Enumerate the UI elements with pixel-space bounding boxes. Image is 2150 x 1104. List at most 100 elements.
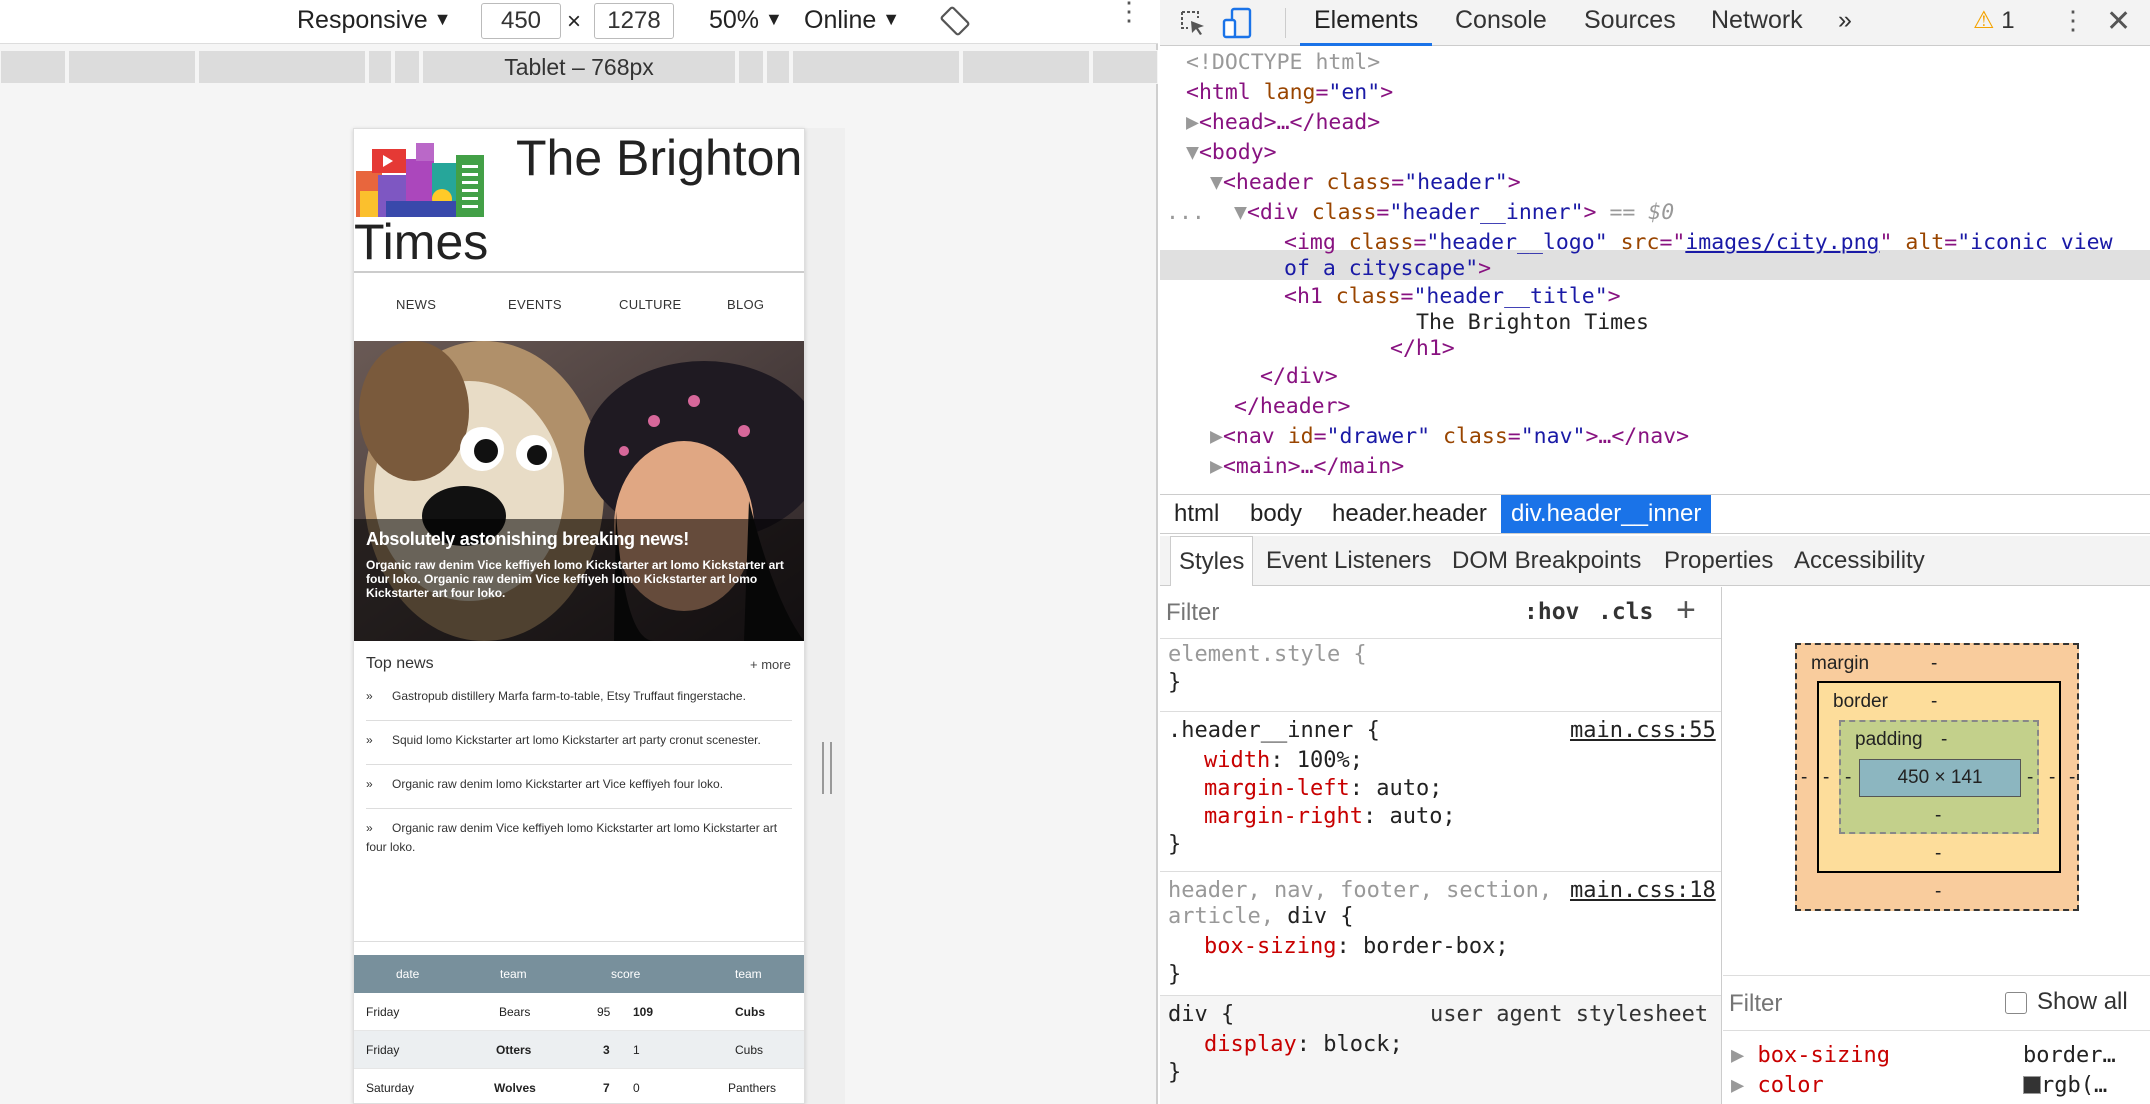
header-divider xyxy=(354,269,804,273)
tab-accessibility[interactable]: Accessibility xyxy=(1794,536,1925,586)
tab-network[interactable]: Network xyxy=(1711,0,1803,46)
height-input[interactable]: 1278 xyxy=(594,3,674,39)
breadcrumb: html body header.header div.header__inne… xyxy=(1160,494,2150,534)
more-options-icon[interactable]: ⋮ xyxy=(1116,0,1142,24)
style-property[interactable]: width: 100%; xyxy=(1204,747,1363,775)
device-select[interactable]: Responsive ▼ xyxy=(297,6,451,35)
styles-filter-input[interactable] xyxy=(1166,595,1466,631)
nav-culture[interactable]: CULTURE xyxy=(619,297,682,312)
tab-dom-breakpoints[interactable]: DOM Breakpoints xyxy=(1452,536,1641,586)
rule-selector[interactable]: header, nav, footer, section, xyxy=(1168,877,1552,905)
rotate-icon[interactable] xyxy=(940,6,970,43)
padding-left-value[interactable]: - xyxy=(1845,767,1851,789)
media-query-label: Tablet – 768px xyxy=(504,54,654,80)
warnings-indicator[interactable]: ⚠ 1 xyxy=(1973,6,2015,35)
head-node[interactable]: ▶<head>…</head> xyxy=(1186,110,1380,136)
rule-selector-continued[interactable]: article, div { xyxy=(1168,903,1353,931)
node-actions-ellipsis[interactable]: ... xyxy=(1166,200,1205,226)
box-model-content[interactable]: 450 × 141 xyxy=(1859,759,2021,797)
column-header-team: team xyxy=(735,967,762,981)
table-header: date team score team xyxy=(354,955,804,993)
width-input[interactable]: 450 xyxy=(481,3,561,39)
computed-property-row[interactable]: ▶ color xyxy=(1731,1073,1824,1098)
rule-selector[interactable]: div { xyxy=(1168,1001,1234,1029)
breadcrumb-div-header-inner[interactable]: div.header__inner xyxy=(1501,495,1712,533)
style-property[interactable]: margin-left: auto; xyxy=(1204,775,1442,803)
border-left-value[interactable]: - xyxy=(1823,767,1829,789)
close-icon[interactable]: ✕ xyxy=(2106,4,2131,39)
expanded-triangle-icon: ▼ xyxy=(1186,140,1199,165)
margin-bottom-value[interactable]: - xyxy=(1935,881,1941,903)
nav-news[interactable]: NEWS xyxy=(396,297,436,312)
border-bottom-value[interactable]: - xyxy=(1935,843,1941,865)
inspect-element-icon[interactable] xyxy=(1178,8,1208,43)
computed-property-row[interactable]: ▶ box-sizing xyxy=(1731,1043,1890,1068)
device-toolbar-toggle-icon[interactable] xyxy=(1220,6,1254,45)
breadcrumb-html[interactable]: html xyxy=(1164,495,1229,533)
img-node[interactable]: <img class="header__logo" src="images/ci… xyxy=(1284,230,2113,256)
h1-text-node[interactable]: The Brighton Times xyxy=(1416,310,1649,336)
border-top-value[interactable]: - xyxy=(1931,691,1937,713)
img-src-link: images/city.png xyxy=(1685,230,1880,255)
computed-filter-input[interactable] xyxy=(1729,986,1949,1022)
border-label: border xyxy=(1833,691,1888,712)
rule-source-link[interactable]: main.css:55 xyxy=(1570,717,1716,745)
zoom-select[interactable]: 50% ▼ xyxy=(709,6,783,35)
margin-right-value[interactable]: - xyxy=(2069,767,2075,789)
header-node[interactable]: ▼<header class="header"> xyxy=(1210,170,1521,196)
list-item[interactable]: » Organic raw denim Vice keffiyeh lomo Ki… xyxy=(366,819,792,867)
margin-top-value[interactable]: - xyxy=(1931,653,1937,675)
tab-elements[interactable]: Elements xyxy=(1300,0,1433,46)
tab-properties[interactable]: Properties xyxy=(1664,536,1773,586)
table-row: Friday Bears 95 109 Cubs xyxy=(354,993,804,1031)
breadcrumb-body[interactable]: body xyxy=(1240,495,1312,533)
margin-left-value[interactable]: - xyxy=(1801,767,1807,789)
main-node[interactable]: ▶<main>…</main> xyxy=(1210,454,1404,480)
new-style-rule-icon[interactable]: + xyxy=(1676,591,1696,630)
hero-title[interactable]: Absolutely astonishing breaking news! xyxy=(366,529,792,550)
rule-source-link[interactable]: main.css:18 xyxy=(1570,877,1716,905)
color-swatch[interactable] xyxy=(2023,1076,2041,1094)
style-property[interactable]: margin-right: auto; xyxy=(1204,803,1456,831)
column-header-score: score xyxy=(611,967,641,981)
nav-blog[interactable]: BLOG xyxy=(727,297,764,312)
resize-handle[interactable] xyxy=(822,742,832,794)
h1-node[interactable]: <h1 class="header__title"> xyxy=(1284,284,1621,310)
class-toggle[interactable]: .cls xyxy=(1598,599,1653,625)
padding-right-value[interactable]: - xyxy=(2027,767,2033,789)
rule-close-brace: } xyxy=(1168,962,1182,987)
hover-state-toggle[interactable]: :hov xyxy=(1524,599,1579,625)
padding-bottom-value[interactable]: - xyxy=(1935,805,1941,827)
border-right-value[interactable]: - xyxy=(2049,767,2055,789)
breadcrumb-header[interactable]: header.header xyxy=(1322,495,1497,533)
list-item[interactable]: » Squid lomo Kickstarter art lomo Kicksta… xyxy=(366,731,792,765)
site-title: The Brighton xyxy=(516,130,803,186)
devtools-menu-icon[interactable]: ⋮ xyxy=(2060,6,2086,34)
html-node[interactable]: <html lang="en"> xyxy=(1186,80,1393,106)
bullet-icon: » xyxy=(366,689,373,703)
nav-node[interactable]: ▶<nav id="drawer" class="nav">…</nav> xyxy=(1210,424,1689,450)
nav-events[interactable]: EVENTS xyxy=(508,297,562,312)
show-all-checkbox[interactable] xyxy=(2005,992,2027,1014)
list-item[interactable]: » Organic raw denim lomo Kickstarter art … xyxy=(366,775,792,809)
media-query-bar[interactable]: Tablet – 768px xyxy=(0,50,1158,84)
rule-selector[interactable]: .header__inner { xyxy=(1168,717,1380,745)
tab-sources[interactable]: Sources xyxy=(1584,0,1676,46)
list-item[interactable]: » Gastropub distillery Marfa farm-to-tabl… xyxy=(366,687,792,721)
devtools-panel: Elements Console Sources Network » ⚠ 1 ⋮… xyxy=(1160,0,2150,1104)
tab-styles[interactable]: Styles xyxy=(1170,536,1254,586)
padding-top-value[interactable]: - xyxy=(1941,729,1947,751)
element-style-selector[interactable]: element.style { xyxy=(1168,641,1367,669)
column-header-date: date xyxy=(396,967,420,981)
body-node[interactable]: ▼<body> xyxy=(1186,140,1277,166)
computed-filter-bar: Show all xyxy=(1723,975,2150,1031)
tab-event-listeners[interactable]: Event Listeners xyxy=(1266,536,1431,586)
top-news-more-link[interactable]: + more xyxy=(750,657,791,672)
doctype-node[interactable]: <!DOCTYPE html> xyxy=(1186,50,1380,76)
style-property[interactable]: display: block; xyxy=(1204,1031,1403,1059)
style-property[interactable]: box-sizing: border-box; xyxy=(1204,933,1509,961)
more-tabs-icon[interactable]: » xyxy=(1838,0,1852,46)
div-header-inner-node[interactable]: ▼<div class="header__inner"> == $0 xyxy=(1234,200,1674,226)
tab-console[interactable]: Console xyxy=(1455,0,1547,46)
throttle-select[interactable]: Online ▼ xyxy=(804,6,900,35)
